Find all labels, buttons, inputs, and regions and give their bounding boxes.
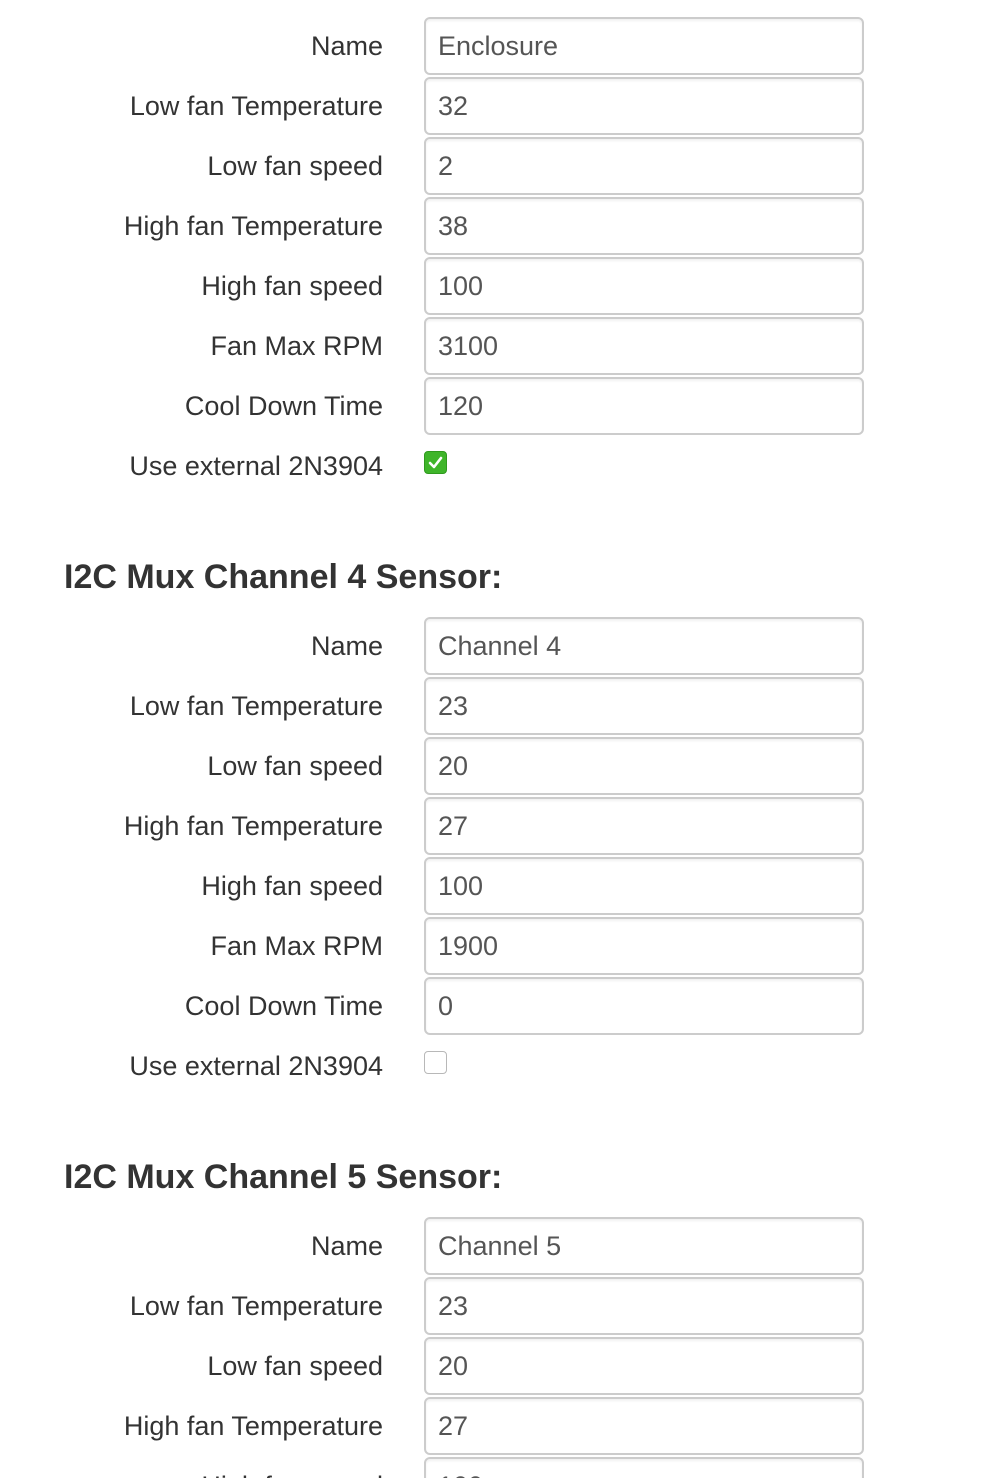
sensor-settings-page: Name Low fan Temperature Low fan speed High… (0, 0, 1006, 1478)
field-label: Low fan speed (207, 151, 383, 181)
field-row-high-fan-speed: High fan speed (0, 256, 1006, 316)
field-label: Low fan Temperature (129, 691, 383, 721)
fan-max-rpm-input[interactable] (424, 917, 864, 975)
field-label: High fan speed (201, 871, 383, 901)
field-label: Name (310, 31, 383, 61)
section-title: I2C Mux Channel 4 Sensor: (64, 558, 503, 596)
high-fan-temperature-input[interactable] (424, 197, 864, 255)
field-row-low-fan-temperature: Low fan Temperature (0, 676, 1006, 736)
checkbox-label: Use external 2N3904 (129, 1051, 383, 1081)
field-row-fan-max-rpm: Fan Max RPM (0, 316, 1006, 376)
field-row-high-fan-temperature: High fan Temperature (0, 196, 1006, 256)
field-label: High fan speed (201, 271, 383, 301)
high-fan-speed-input[interactable] (424, 257, 864, 315)
field-label: Low fan Temperature (129, 1291, 383, 1321)
name-input[interactable] (424, 1217, 864, 1275)
field-row-low-fan-temperature: Low fan Temperature (0, 1276, 1006, 1336)
field-label: Low fan Temperature (129, 91, 383, 121)
field-row-low-fan-temperature: Low fan Temperature (0, 76, 1006, 136)
field-label: Cool Down Time (184, 391, 383, 421)
high-fan-temperature-input[interactable] (424, 1397, 864, 1455)
field-label: Low fan speed (207, 1351, 383, 1381)
field-label: High fan speed (201, 1456, 383, 1478)
field-row-low-fan-speed: Low fan speed (0, 736, 1006, 796)
low-fan-temperature-input[interactable] (424, 1277, 864, 1335)
cool-down-time-input[interactable] (424, 977, 864, 1035)
field-label: High fan Temperature (123, 811, 383, 841)
field-row-use-external-2n3904: Use external 2N3904 (0, 436, 1006, 496)
low-fan-temperature-input[interactable] (424, 77, 864, 135)
low-fan-speed-input[interactable] (424, 737, 864, 795)
field-row-cool-down-time: Cool Down Time (0, 376, 1006, 436)
field-row-low-fan-speed: Low fan speed (0, 136, 1006, 196)
field-label: High fan Temperature (123, 1411, 383, 1441)
low-fan-speed-input[interactable] (424, 137, 864, 195)
field-row-high-fan-speed: High fan speed (0, 1456, 1006, 1478)
checkmark-icon (428, 456, 443, 469)
low-fan-speed-input[interactable] (424, 1337, 864, 1395)
field-row-name: Name (0, 1216, 1006, 1276)
high-fan-speed-input[interactable] (424, 1457, 864, 1478)
field-label: Low fan speed (207, 751, 383, 781)
section-title: I2C Mux Channel 5 Sensor: (64, 1158, 503, 1196)
name-input[interactable] (424, 617, 864, 675)
field-row-name: Name (0, 16, 1006, 76)
field-label: High fan Temperature (123, 211, 383, 241)
checkbox-label: Use external 2N3904 (129, 451, 383, 481)
field-row-name: Name (0, 616, 1006, 676)
field-label: Name (310, 1231, 383, 1261)
field-label: Fan Max RPM (210, 331, 383, 361)
field-label: Fan Max RPM (210, 931, 383, 961)
low-fan-temperature-input[interactable] (424, 677, 864, 735)
field-row-fan-max-rpm: Fan Max RPM (0, 916, 1006, 976)
use-external-2n3904-checkbox[interactable] (424, 451, 447, 474)
field-row-high-fan-speed: High fan speed (0, 856, 1006, 916)
field-row-high-fan-temperature: High fan Temperature (0, 1396, 1006, 1456)
field-row-low-fan-speed: Low fan speed (0, 1336, 1006, 1396)
use-external-2n3904-checkbox[interactable] (424, 1051, 447, 1074)
field-label: Cool Down Time (184, 991, 383, 1021)
field-row-high-fan-temperature: High fan Temperature (0, 796, 1006, 856)
field-row-cool-down-time: Cool Down Time (0, 976, 1006, 1036)
high-fan-temperature-input[interactable] (424, 797, 864, 855)
cool-down-time-input[interactable] (424, 377, 864, 435)
fan-max-rpm-input[interactable] (424, 317, 864, 375)
field-row-use-external-2n3904: Use external 2N3904 (0, 1036, 1006, 1096)
name-input[interactable] (424, 17, 864, 75)
high-fan-speed-input[interactable] (424, 857, 864, 915)
field-label: Name (310, 631, 383, 661)
